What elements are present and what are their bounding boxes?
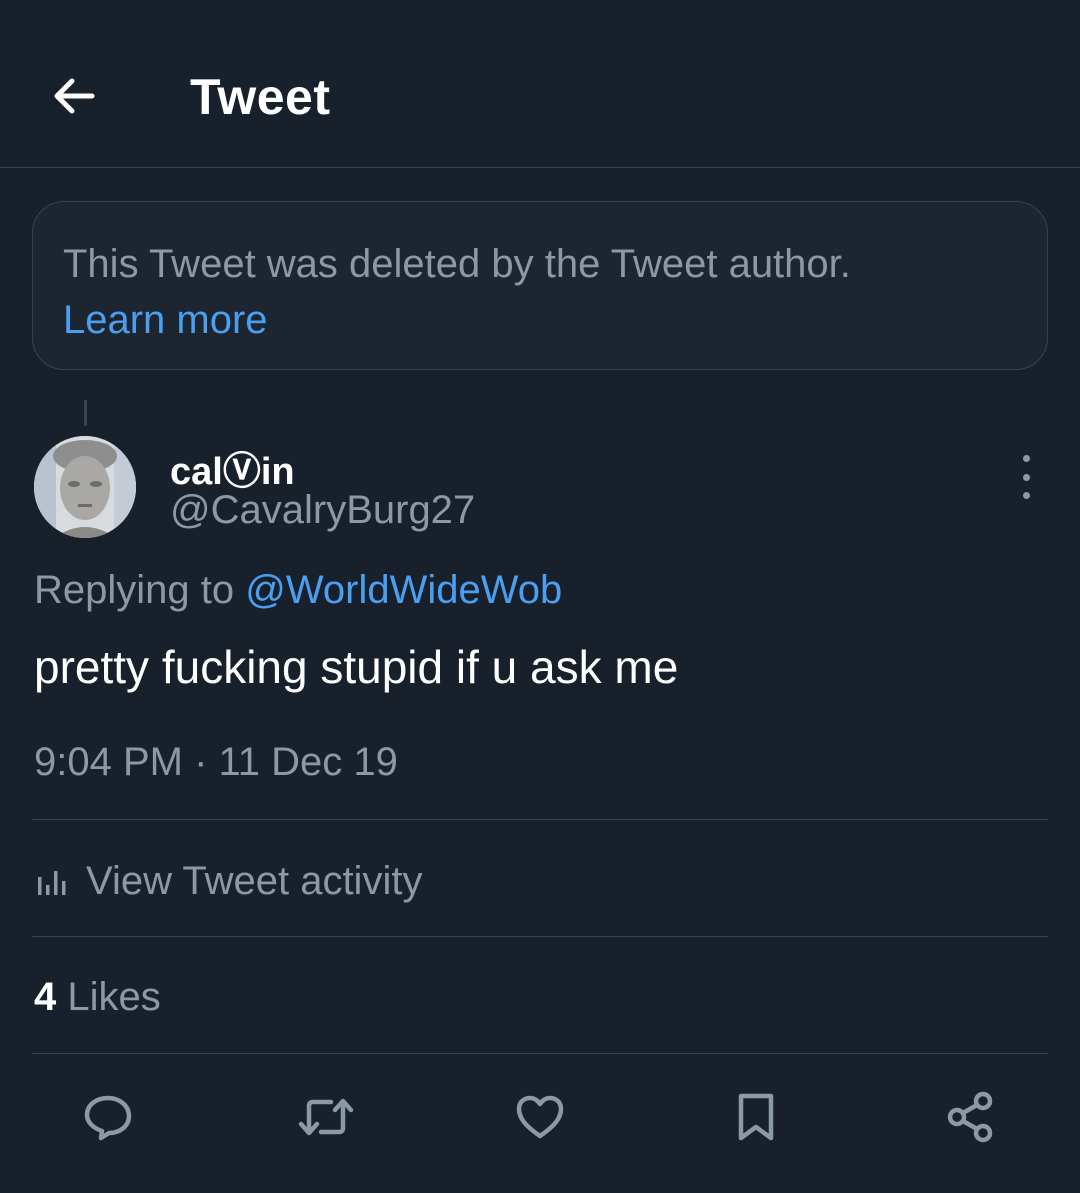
divider — [32, 1053, 1048, 1054]
view-tweet-activity-label: View Tweet activity — [86, 858, 423, 903]
tweet-text: pretty fucking stupid if u ask me — [34, 641, 679, 693]
bookmark-button[interactable] — [724, 1085, 788, 1149]
top-app-bar: Tweet — [0, 0, 1080, 168]
deleted-notice-text: This Tweet was deleted by the Tweet auth… — [63, 242, 851, 286]
share-icon — [947, 1091, 993, 1143]
thread-connector-line — [84, 400, 87, 426]
author-handle[interactable]: @CavalryBurg27 — [170, 488, 475, 533]
divider — [32, 936, 1048, 937]
arrow-left-icon — [54, 78, 95, 114]
divider — [32, 819, 1048, 820]
reply-icon — [84, 1095, 132, 1141]
deleted-tweet-notice: This Tweet was deleted by the Tweet auth… — [32, 201, 1048, 370]
learn-more-link[interactable]: Learn more — [63, 292, 268, 348]
likes-count: 4 — [34, 975, 57, 1019]
view-tweet-activity-button[interactable]: View Tweet activity — [34, 856, 422, 906]
dot — [1022, 473, 1030, 481]
replying-to-mention[interactable]: @WorldWideWob — [245, 568, 562, 612]
likes-stat[interactable]: 4 Likes — [34, 975, 161, 1020]
tweet-action-bar — [0, 1085, 1080, 1149]
like-button[interactable] — [508, 1085, 572, 1149]
reply-button[interactable] — [76, 1085, 140, 1149]
bookmark-icon — [738, 1093, 774, 1141]
tweet-detail-page: Tweet This Tweet was deleted by the Twee… — [0, 0, 1080, 1193]
dot — [1022, 455, 1030, 462]
replying-to-line: Replying to @WorldWideWob — [34, 568, 562, 613]
page-title: Tweet — [190, 69, 331, 125]
avatar[interactable] — [34, 436, 136, 538]
retweet-button[interactable] — [294, 1085, 358, 1149]
more-options-button[interactable] — [1006, 455, 1046, 499]
like-icon — [516, 1095, 564, 1139]
avatar-photo-icon — [34, 436, 136, 538]
back-button[interactable] — [44, 66, 104, 126]
likes-label: Likes — [56, 975, 161, 1019]
share-button[interactable] — [938, 1085, 1002, 1149]
dot — [1022, 492, 1030, 499]
author-display-name[interactable]: calⓋin — [170, 440, 295, 495]
retweet-icon — [298, 1098, 354, 1136]
bar-chart-icon — [38, 871, 66, 895]
tweet-timestamp[interactable]: 9:04 PM · 11 Dec 19 — [34, 740, 398, 785]
replying-prefix: Replying to — [34, 568, 246, 612]
